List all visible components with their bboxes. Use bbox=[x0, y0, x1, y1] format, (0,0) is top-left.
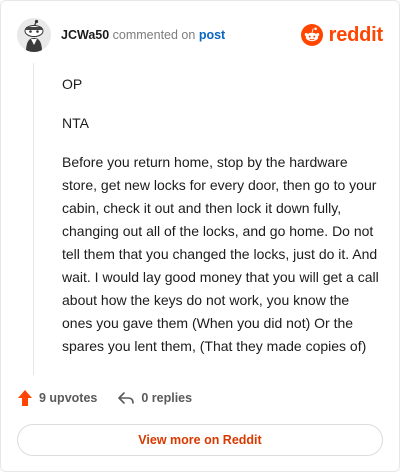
reddit-logo-icon bbox=[300, 24, 323, 46]
thread-line bbox=[33, 63, 34, 375]
post-link[interactable]: post bbox=[199, 28, 225, 42]
comment-paragraph: NTA bbox=[62, 115, 89, 131]
comment-paragraph: OP bbox=[62, 76, 83, 92]
comment-paragraph: Before you return home, stop by the hard… bbox=[62, 154, 379, 354]
comment-body: OP NTA Before you return home, stop by t… bbox=[62, 73, 382, 374]
upvote-button[interactable]: 9 upvotes bbox=[17, 389, 97, 407]
comment-actions: 9 upvotes 0 replies bbox=[17, 389, 192, 407]
comment-header: JCWa50 commented on post reddit bbox=[17, 15, 383, 55]
upvote-count: 9 upvotes bbox=[39, 391, 98, 405]
upvote-arrow-icon bbox=[18, 390, 32, 406]
reply-count: 0 replies bbox=[141, 391, 193, 405]
reply-button[interactable]: 0 replies bbox=[117, 390, 192, 406]
view-more-button[interactable]: View more on Reddit bbox=[17, 424, 383, 456]
action-text: commented on bbox=[112, 28, 196, 42]
reddit-wordmark: reddit bbox=[328, 23, 384, 46]
reddit-brand[interactable]: reddit bbox=[300, 23, 384, 47]
reply-arrow-icon bbox=[118, 392, 135, 404]
comment-byline: JCWa50 commented on post bbox=[61, 28, 225, 42]
user-avatar[interactable] bbox=[17, 18, 51, 52]
comment-embed-card: JCWa50 commented on post reddit OP NTA B… bbox=[0, 0, 400, 472]
username-link[interactable]: JCWa50 bbox=[61, 28, 109, 42]
snoo-avatar-icon bbox=[17, 18, 51, 52]
